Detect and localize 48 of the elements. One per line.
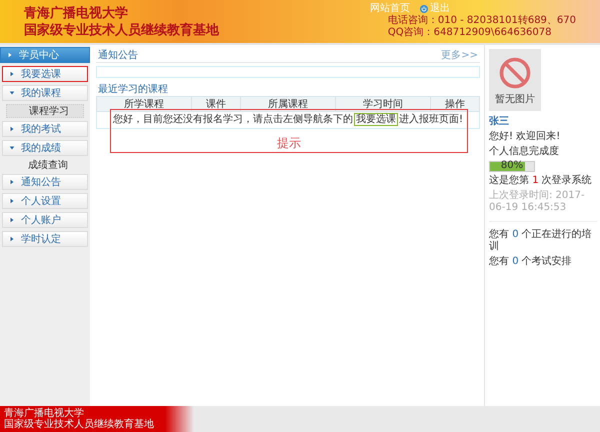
sidebar-item[interactable]: 通知公告: [2, 174, 88, 190]
caret-right-icon: [7, 52, 13, 58]
column-header: 学习时间: [336, 96, 431, 112]
column-header: 所属课程: [240, 96, 336, 112]
empty-message: 您好，目前您还没有报名学习，请点击左侧导航条下的 我要选课 进入报班页面!: [112, 114, 464, 126]
sidebar-item[interactable]: 我要选课: [2, 66, 88, 82]
submenu-item[interactable]: 成绩查询: [6, 159, 84, 171]
caret-right-icon: [9, 236, 15, 242]
completion-label: 个人信息完成度: [489, 146, 560, 158]
caret-right-icon: [9, 126, 15, 132]
column-header: 所学课程: [96, 96, 192, 112]
user-name: 张三: [489, 114, 510, 128]
sidebar-item[interactable]: 个人设置: [2, 193, 88, 209]
site-subtitle: 国家级专业技术人员继续教育基地: [24, 22, 219, 39]
login-count-text: 这是您第 1 次登录系统: [489, 175, 593, 187]
qq-text: QQ咨询：648712909\664636078: [388, 27, 552, 39]
sidebar-item[interactable]: 学时认定: [2, 231, 88, 247]
sidebar-item[interactable]: 我的考试: [2, 121, 88, 137]
sidebar-header[interactable]: 学员中心: [0, 47, 90, 63]
photo-caption: 暂无图片: [495, 92, 535, 106]
course-select-link[interactable]: 我要选课: [354, 113, 398, 126]
caret-right-icon: [9, 179, 15, 185]
caret-down-icon: [9, 90, 15, 96]
greeting-text: 您好! 欢迎回来!: [489, 131, 562, 143]
submenu-item[interactable]: 课程学习: [6, 104, 84, 118]
section-title: 通知公告: [98, 48, 138, 62]
progress-reading: 80%: [500, 160, 524, 172]
site-title: 青海广播电视大学: [24, 5, 129, 22]
footer-text: 国家级专业技术人员继续教育基地: [4, 419, 155, 430]
caret-right-icon: [9, 71, 15, 77]
caret-right-icon: [9, 198, 15, 204]
last-login-text: 上次登录时间: 2017-06-19 16:45:53: [489, 190, 586, 214]
sidebar-item[interactable]: 我的成绩: [2, 140, 88, 156]
section-title: 最近学习的课程: [97, 82, 169, 96]
annotation-label: 提示: [277, 136, 301, 150]
more-link[interactable]: 更多>>: [441, 48, 478, 62]
stat-text: 您有 0 个考试安排: [489, 256, 573, 268]
footer-text: 青海广播电视大学: [4, 408, 85, 419]
caret-down-icon: [9, 145, 15, 151]
caret-right-icon: [9, 217, 15, 223]
power-icon: [420, 5, 428, 13]
column-header: 操作: [430, 96, 480, 112]
no-image-icon: [497, 54, 533, 90]
column-header: 课件: [192, 96, 240, 112]
stat-text: 您有 0 个正在进行的培训: [489, 229, 593, 253]
sidebar-item[interactable]: 个人账户: [2, 212, 88, 228]
phone-text: 电话咨询：010 - 82038101转689、670: [388, 15, 576, 27]
sidebar-item[interactable]: 我的课程: [2, 85, 88, 101]
